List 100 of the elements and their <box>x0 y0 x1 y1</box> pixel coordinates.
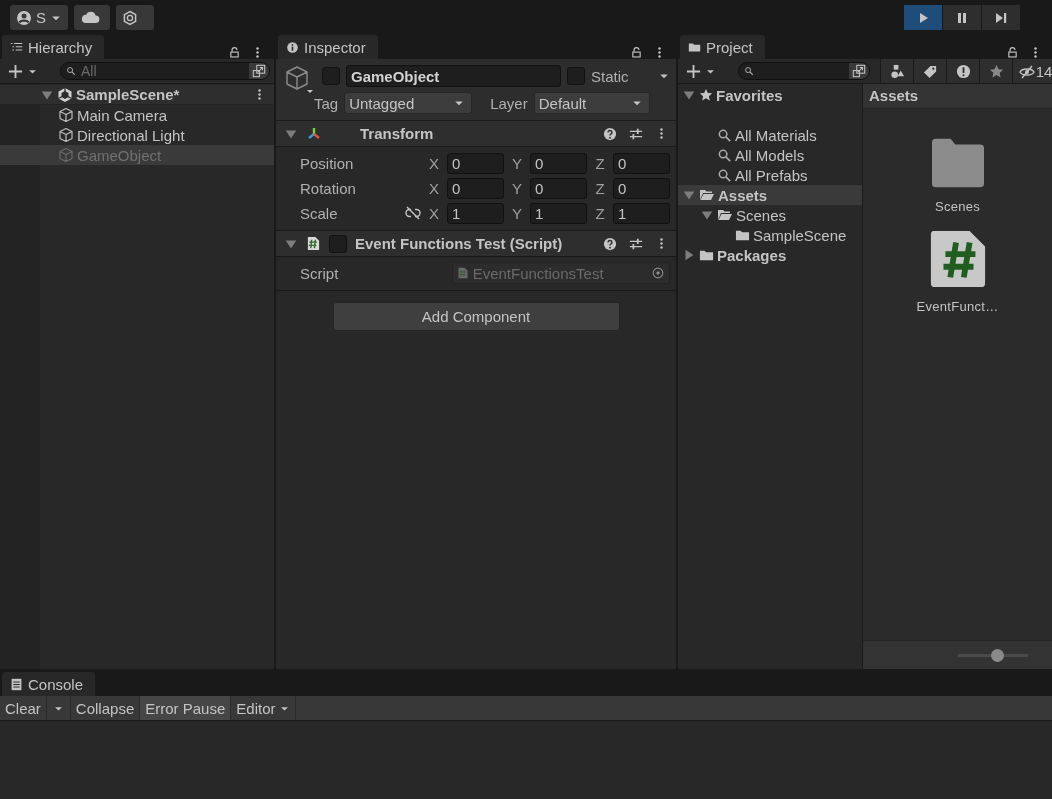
project-tree-item[interactable]: All Models <box>678 145 862 165</box>
component-title: Transform <box>360 125 434 142</box>
layer-label: Layer <box>490 94 528 112</box>
shapes-icon <box>889 64 905 79</box>
panel-tab[interactable]: Console <box>2 672 96 696</box>
star-icon <box>699 88 713 102</box>
layer-dropdown[interactable]: Default <box>533 92 650 114</box>
field-label: Scale <box>300 204 339 222</box>
field-value: EventFunctionsTest <box>472 264 604 282</box>
axis-label: X <box>428 179 440 197</box>
hexagon-icon <box>122 9 138 26</box>
lock-icon <box>1006 46 1019 59</box>
axis-label: Z <box>594 154 606 172</box>
slider-thumb[interactable] <box>990 648 1004 662</box>
axis-label: Z <box>594 204 606 222</box>
star-icon <box>988 64 1004 79</box>
enabled-checkbox[interactable] <box>329 234 347 253</box>
pause-button[interactable] <box>943 5 981 30</box>
favorites-button[interactable] <box>979 59 1012 83</box>
console-icon <box>10 677 23 691</box>
lock-icon <box>630 46 643 59</box>
asset-item[interactable]: Scenes <box>927 137 988 214</box>
add-component-button[interactable]: Add Component <box>332 302 620 331</box>
filter-by-label-button[interactable] <box>913 59 946 83</box>
hierarchy-item[interactable]: Main Camera <box>0 105 274 125</box>
project-tree-item[interactable]: SampleScene <box>678 225 862 245</box>
preset-sliders-icon <box>629 236 643 251</box>
panel-tab[interactable]: Project <box>680 35 765 59</box>
collab-button[interactable] <box>116 5 154 30</box>
plus-icon <box>8 63 23 79</box>
project-tree-item[interactable]: Favorites <box>678 85 862 105</box>
search-icon <box>717 127 732 143</box>
static-checkbox[interactable] <box>567 67 585 85</box>
list-icon <box>10 40 23 54</box>
lock-icon <box>228 46 241 59</box>
eye-slash-icon <box>1018 63 1035 80</box>
hierarchy-item[interactable]: Directional Light <box>0 125 274 145</box>
number-field[interactable]: 0 <box>613 152 670 174</box>
script-file-icon <box>306 236 321 251</box>
exclamation-icon <box>955 64 971 79</box>
axes-icon <box>306 125 322 142</box>
axis-label: Y <box>511 204 523 222</box>
axis-label: X <box>428 204 440 222</box>
open-folder-icon <box>717 207 733 223</box>
toggle-button[interactable]: Error Pause <box>140 696 232 720</box>
search-icon <box>717 147 732 163</box>
component-header[interactable]: Transform <box>276 121 676 147</box>
help-icon <box>603 126 617 141</box>
project-tree-item[interactable]: Scenes <box>678 205 862 225</box>
filter-by-type-button[interactable] <box>880 59 913 83</box>
tag-label: Tag <box>314 94 339 112</box>
account-icon <box>16 9 32 26</box>
popout-button[interactable] <box>249 63 269 79</box>
log-filter-button[interactable] <box>946 59 979 83</box>
folder-icon <box>688 40 701 54</box>
component-header[interactable]: Event Functions Test (Script) <box>276 231 676 257</box>
number-field[interactable]: 0 <box>613 177 670 199</box>
tag-dropdown[interactable]: Untagged <box>344 92 473 114</box>
info-icon <box>286 40 299 54</box>
hidden-packages-button[interactable]: 14 <box>1012 59 1052 83</box>
project-tree-item[interactable]: Assets <box>678 185 862 205</box>
account-dropdown[interactable]: S <box>10 5 68 30</box>
number-field[interactable]: 1 <box>530 202 587 224</box>
active-checkbox[interactable] <box>322 67 340 85</box>
popout-icon <box>252 64 266 78</box>
help-icon <box>603 236 617 251</box>
cube-icon <box>284 65 314 95</box>
popout-button[interactable] <box>849 63 869 79</box>
axis-label: Z <box>594 179 606 197</box>
search-icon <box>744 66 754 76</box>
field-label: Script <box>300 264 340 282</box>
panel-tab[interactable]: Inspector <box>278 35 378 59</box>
play-button[interactable] <box>904 5 942 30</box>
project-tree-item[interactable]: All Materials <box>678 125 862 145</box>
tag-icon <box>922 64 938 79</box>
number-field[interactable]: 0 <box>530 152 587 174</box>
number-field[interactable]: 1 <box>447 202 504 224</box>
popout-icon <box>852 64 866 78</box>
hierarchy-item[interactable]: SampleScene* <box>0 85 274 105</box>
project-tree-item[interactable]: Packages <box>678 245 862 265</box>
project-tree-item[interactable]: All Prefabs <box>678 165 862 185</box>
axis-label: X <box>428 154 440 172</box>
number-field[interactable]: 0 <box>447 152 504 174</box>
plus-icon <box>686 63 701 79</box>
number-field[interactable]: 1 <box>613 202 670 224</box>
panel-tab[interactable]: Hierarchy <box>2 35 105 59</box>
axis-label: Y <box>511 179 523 197</box>
unlinked-icon[interactable] <box>404 205 421 221</box>
script-file-icon <box>456 267 469 279</box>
number-field[interactable]: 0 <box>447 177 504 199</box>
component-title: Event Functions Test (Script) <box>355 235 563 252</box>
number-field[interactable]: 0 <box>530 177 587 199</box>
static-label: Static <box>591 67 629 85</box>
cloud-button[interactable] <box>74 5 110 30</box>
asset-item[interactable]: EventFunct… <box>916 229 999 314</box>
search-icon <box>66 66 76 76</box>
cube-icon <box>58 107 74 123</box>
search-field[interactable]: All <box>60 62 270 80</box>
step-button[interactable] <box>982 5 1020 30</box>
name-field[interactable]: GameObject <box>346 65 561 87</box>
